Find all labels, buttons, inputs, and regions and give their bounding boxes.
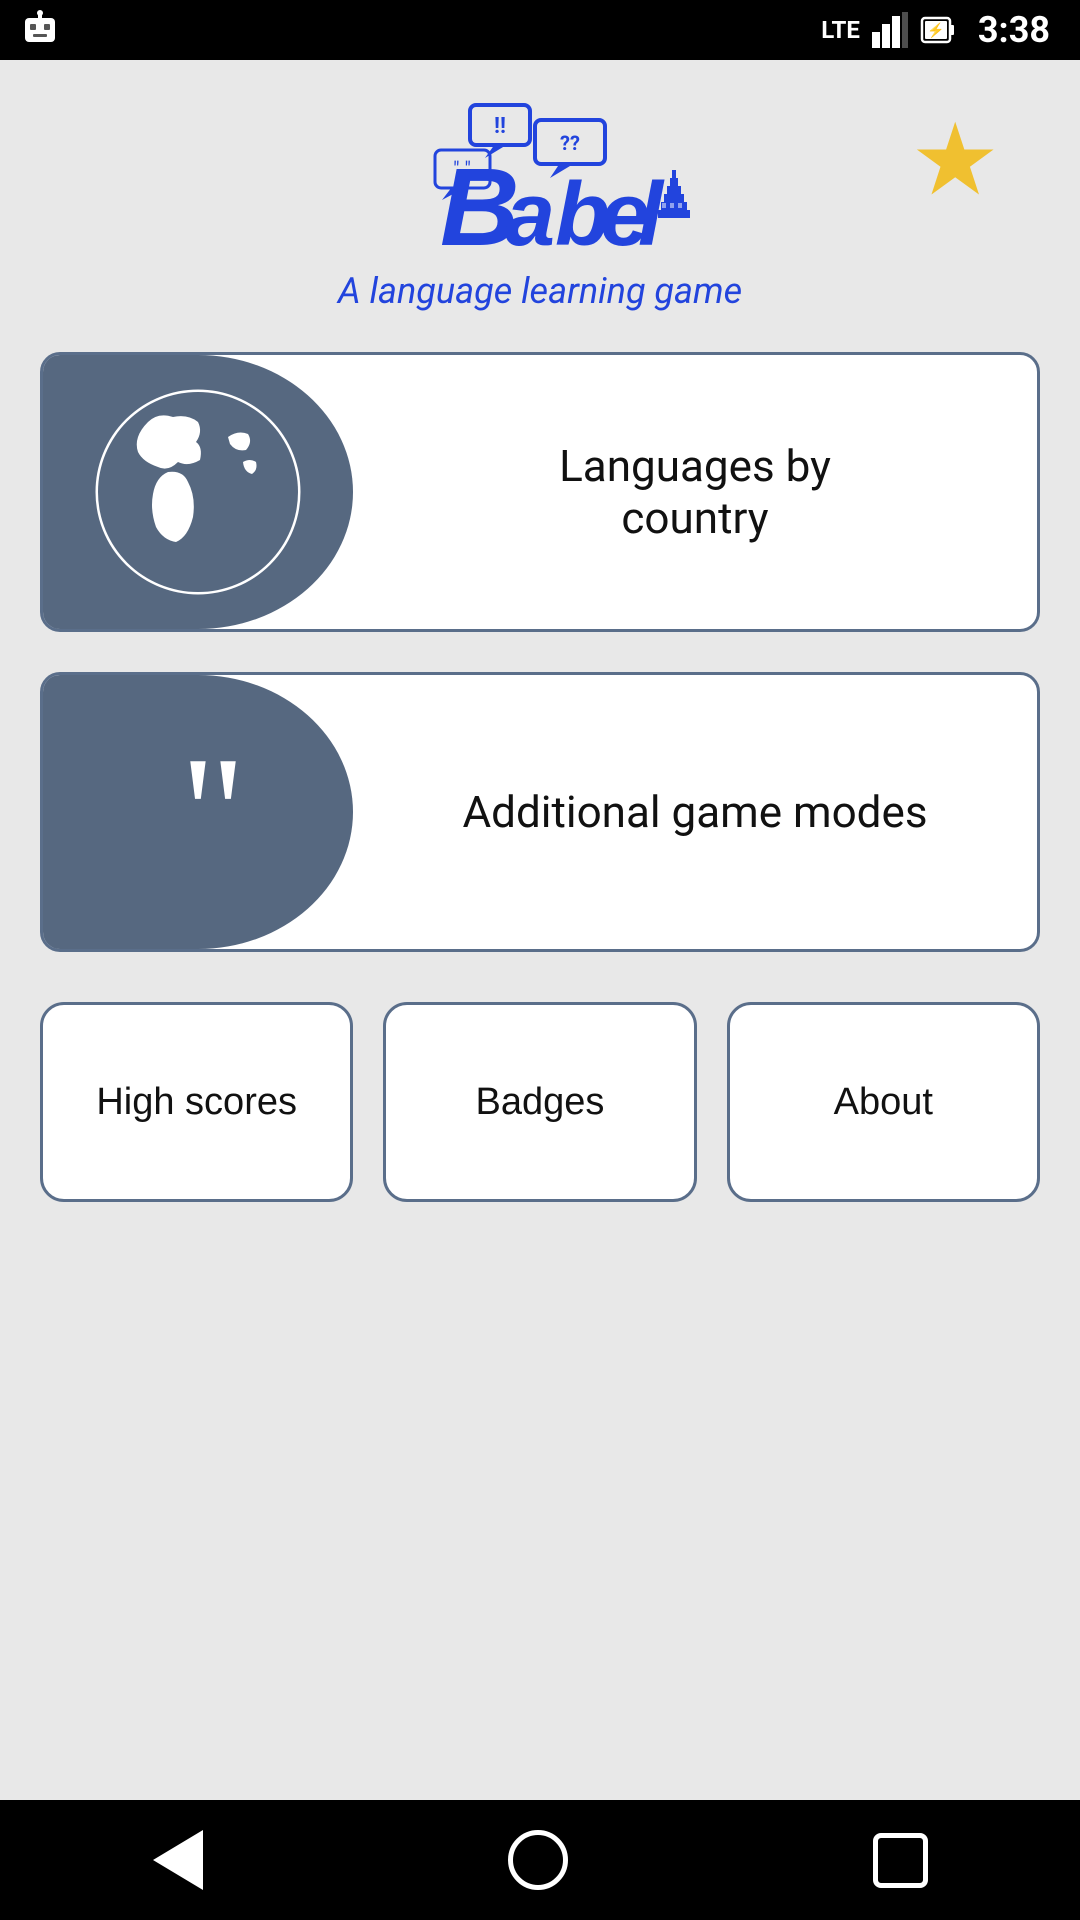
quotes-icon-container: "	[43, 675, 353, 949]
svg-text:a: a	[505, 165, 555, 260]
signal-bars	[872, 12, 908, 48]
notification-icon	[20, 10, 60, 50]
about-button[interactable]: About	[727, 1002, 1040, 1202]
svg-text:" ": " "	[453, 157, 471, 181]
status-bar: LTE ⚡ 3:38	[0, 0, 1080, 60]
lte-indicator: LTE	[821, 16, 860, 44]
logo-area: !! ?? B a b e l	[338, 100, 742, 312]
status-icons: LTE ⚡ 3:38	[821, 9, 1050, 51]
nav-home-button[interactable]	[508, 1830, 568, 1890]
additional-game-modes-button[interactable]: " Additional game modes	[40, 672, 1040, 952]
languages-by-country-button[interactable]: Languages by country	[40, 352, 1040, 632]
header: !! ?? B a b e l	[40, 100, 1040, 312]
svg-text:⚡: ⚡	[927, 22, 944, 39]
globe-icon	[88, 382, 308, 602]
recents-icon	[873, 1833, 928, 1888]
app-subtitle: A language learning game	[338, 270, 742, 312]
bottom-buttons: High scores Badges About	[40, 1002, 1040, 1202]
star-button[interactable]: ★	[910, 110, 1000, 210]
game-mode-buttons: Languages by country " Additional game m…	[40, 352, 1040, 952]
additional-game-modes-label: Additional game modes	[353, 675, 1037, 949]
main-content: !! ?? B a b e l	[0, 60, 1080, 1800]
battery-icon: ⚡	[920, 12, 956, 48]
navigation-bar	[0, 1800, 1080, 1920]
high-scores-button[interactable]: High scores	[40, 1002, 353, 1202]
svg-text:!!: !!	[494, 114, 506, 139]
nav-recents-button[interactable]	[873, 1833, 928, 1888]
badges-button[interactable]: Badges	[383, 1002, 696, 1202]
babel-logo: !! ?? B a b e l	[380, 100, 700, 260]
languages-by-country-label: Languages by country	[353, 355, 1037, 629]
status-time: 3:38	[978, 9, 1050, 51]
svg-text:??: ??	[560, 131, 580, 155]
globe-icon-container	[43, 355, 353, 629]
home-icon	[508, 1830, 568, 1890]
quotes-icon: "	[170, 748, 225, 876]
back-icon	[153, 1830, 203, 1890]
nav-back-button[interactable]	[153, 1830, 203, 1890]
